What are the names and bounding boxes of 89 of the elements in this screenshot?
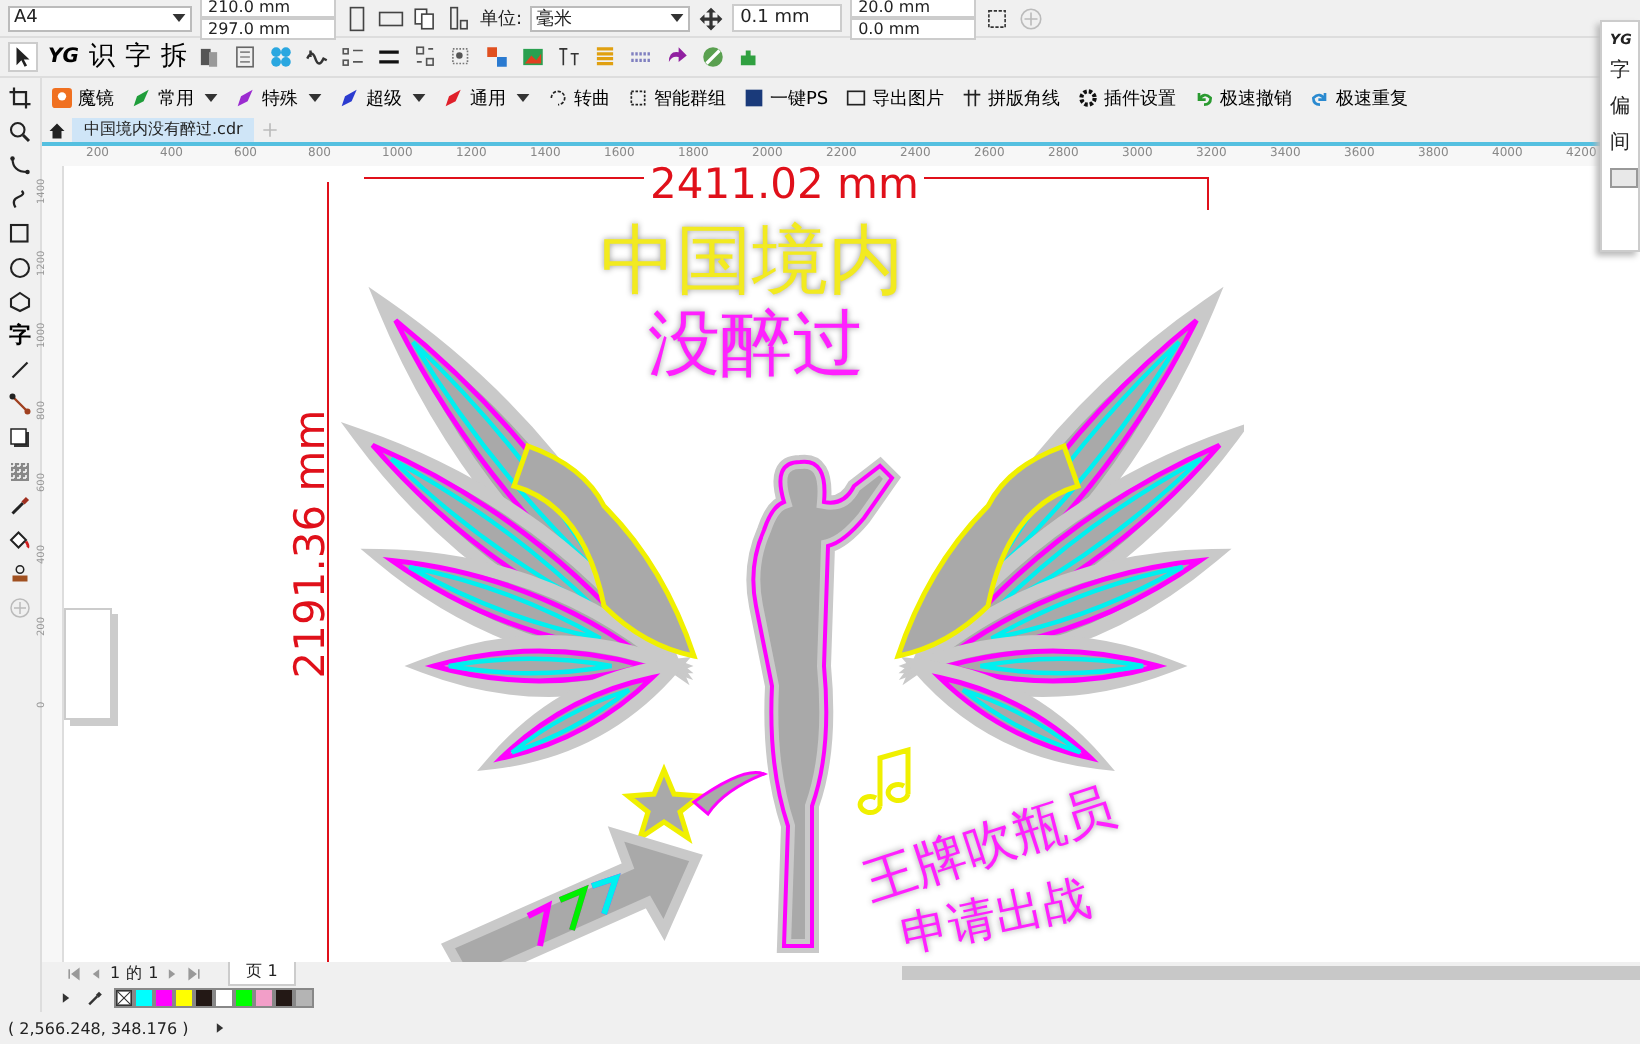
height-dimension: 2191.36 mm — [288, 407, 332, 683]
grid-icon[interactable] — [232, 44, 259, 70]
color-swatch[interactable] — [134, 988, 154, 1008]
pointer-icon[interactable] — [8, 42, 38, 72]
duplicate-x-field[interactable]: 20.0 mm — [850, 0, 977, 18]
duplicate-y-field[interactable]: 0.0 mm — [850, 18, 977, 40]
height-field[interactable]: 297.0 mm — [200, 18, 337, 40]
docker-label: 间 — [1610, 132, 1630, 156]
unit-label: 单位: — [480, 7, 523, 31]
home-icon[interactable] — [48, 121, 66, 139]
document-tab[interactable]: 中国境内没有醉过.cdr — [72, 118, 255, 142]
width-field[interactable]: 210.0 mm — [200, 0, 337, 18]
play-icon[interactable] — [58, 990, 74, 1006]
caret-icon — [204, 94, 218, 102]
plugin-button[interactable]: 导出图片 — [840, 85, 951, 111]
color-swatch[interactable] — [154, 988, 174, 1008]
caret-icon — [516, 94, 530, 102]
curve-tool-icon[interactable] — [8, 154, 32, 178]
curve-icon — [548, 88, 568, 108]
color-swatch[interactable] — [254, 988, 274, 1008]
plugin-dropdown[interactable]: 超级 — [334, 85, 432, 111]
artwork-subtitle: 没醉过 — [648, 306, 864, 386]
connector-icon[interactable] — [8, 392, 32, 416]
color-swatch[interactable] — [174, 988, 194, 1008]
line-icon[interactable] — [8, 358, 32, 382]
tool-button[interactable]: 识 — [88, 43, 115, 71]
picture-icon[interactable] — [520, 44, 547, 70]
expand-icon[interactable] — [212, 1020, 229, 1036]
color-swatch[interactable] — [194, 988, 214, 1008]
move-icon — [698, 5, 725, 31]
redo-icon — [1310, 88, 1331, 108]
polygon-icon[interactable] — [8, 290, 32, 314]
plugin-dropdown[interactable]: 常用 — [126, 85, 224, 111]
group-icon — [628, 88, 648, 108]
color-swatch[interactable] — [294, 988, 314, 1008]
plugin-button[interactable]: 插件设置 — [1072, 85, 1183, 111]
caret-icon — [412, 94, 426, 102]
page-number: 1 — [110, 964, 121, 982]
zoom-icon[interactable] — [8, 120, 32, 144]
caret-icon — [308, 94, 322, 102]
plugin-button[interactable]: 极速撤销 — [1188, 85, 1299, 111]
layers-icon[interactable] — [196, 44, 223, 70]
page-count: 1 — [148, 964, 159, 982]
plugin-button[interactable]: 极速重复 — [1304, 85, 1415, 111]
ellipse-icon[interactable] — [8, 256, 32, 280]
text-size-icon[interactable] — [556, 44, 583, 70]
frame-icon[interactable] — [984, 5, 1011, 31]
plugin-button[interactable]: 魔镜 — [46, 85, 120, 111]
plugin-dropdown[interactable]: 通用 — [438, 85, 536, 111]
nudge-field[interactable]: 0.1 mm — [732, 4, 843, 32]
page-size-dropdown[interactable]: A4 — [8, 5, 192, 31]
horizontal-scrollbar[interactable] — [901, 966, 1640, 980]
plugin-dropdown[interactable]: 特殊 — [230, 85, 328, 111]
plugin-button[interactable]: 智能群组 — [622, 85, 732, 111]
color-swatch[interactable] — [274, 988, 294, 1008]
fill-bucket-icon[interactable] — [8, 528, 32, 552]
transparency-icon[interactable] — [8, 460, 32, 484]
smart-fill-icon[interactable] — [8, 562, 32, 586]
caret-icon — [172, 14, 186, 22]
logo-button[interactable]: YG — [48, 46, 79, 68]
plugin-button[interactable]: 拼版角线 — [956, 85, 1067, 111]
cursor-coordinates: ( 2,566.248, 348.176 ) — [8, 1019, 189, 1037]
page-tab[interactable]: 页 1 — [228, 961, 296, 985]
tool-button[interactable]: 字 — [124, 43, 151, 71]
crop-icon[interactable] — [8, 86, 32, 110]
docker-label: 字 — [1610, 60, 1630, 84]
text-tool-button[interactable]: 字 — [9, 324, 31, 348]
artwork-title: 中国境内 — [600, 218, 904, 302]
unit-dropdown[interactable]: 毫米 — [530, 5, 691, 31]
caret-icon — [670, 14, 685, 22]
crop-marks-icon — [962, 88, 983, 108]
pages-icon[interactable] — [412, 5, 439, 31]
rectangle-icon[interactable] — [8, 222, 32, 246]
align-icon[interactable] — [340, 44, 367, 70]
eyedropper-icon[interactable] — [86, 990, 102, 1006]
distribute-icon[interactable] — [412, 44, 439, 70]
color-swatch[interactable] — [214, 988, 234, 1008]
tool-button[interactable]: 拆 — [160, 43, 187, 71]
no-color-swatch[interactable] — [114, 988, 134, 1008]
plugin-button[interactable]: 转曲 — [542, 85, 616, 111]
undo-icon — [1194, 88, 1215, 108]
replace-icon[interactable] — [484, 44, 511, 70]
color-swatch[interactable] — [234, 988, 254, 1008]
eyedropper-icon[interactable] — [8, 494, 32, 518]
page-of-label: 的 — [126, 962, 143, 984]
shadow-icon[interactable] — [8, 426, 32, 450]
page-icon[interactable] — [446, 5, 473, 31]
docker-label: 偏 — [1610, 96, 1630, 120]
plugin-button[interactable]: 一键PS — [738, 85, 835, 111]
